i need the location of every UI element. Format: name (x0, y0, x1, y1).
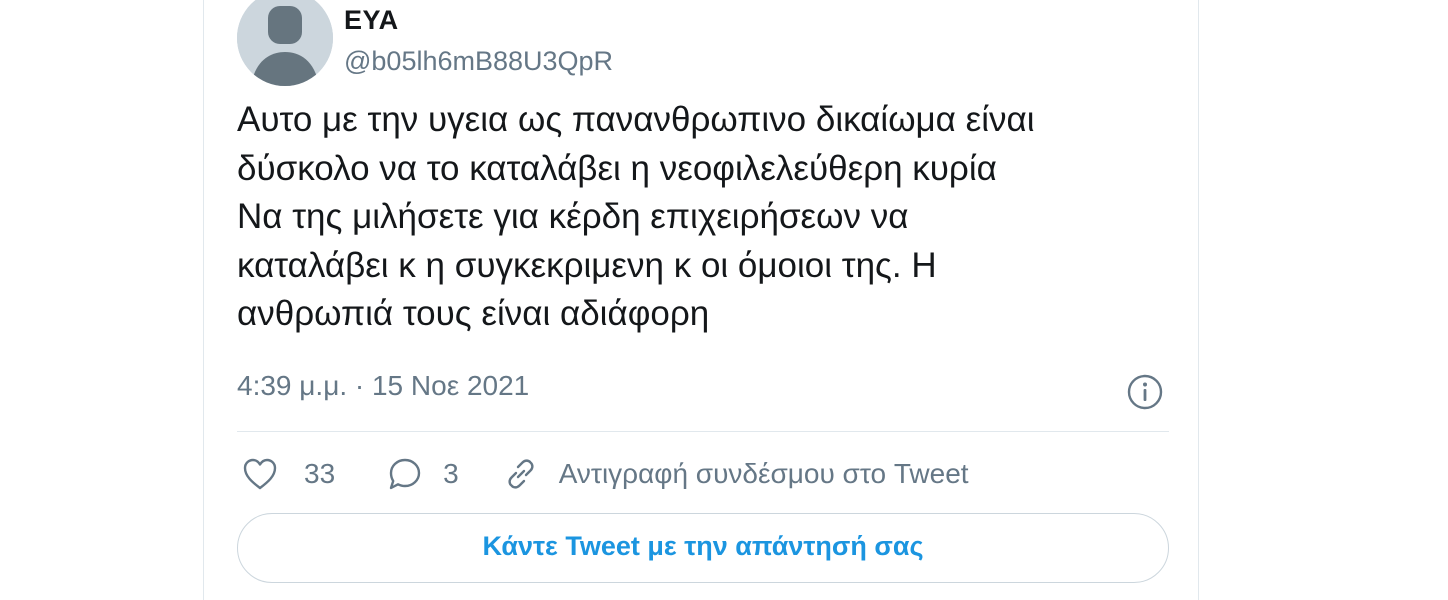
tweet-reply-button[interactable]: Κάντε Tweet με την απάντησή σας (237, 513, 1169, 583)
heart-icon (242, 457, 278, 491)
divider (237, 431, 1169, 432)
like-count: 33 (304, 458, 336, 489)
copy-link-button[interactable]: Αντιγραφή συνδέσμου στο Tweet (503, 456, 969, 492)
action-bar: 33 3 Αντιγραφή συνδέσμου στο Tweet (242, 454, 969, 494)
avatar[interactable] (237, 0, 333, 86)
copy-link-label: Αντιγραφή συνδέσμου στο Tweet (558, 458, 969, 489)
display-name[interactable]: ΕΥΑ (344, 5, 399, 36)
like-button[interactable]: 33 (242, 457, 387, 491)
tweet-timestamp[interactable]: 4:39 μ.μ. · 15 Νοε 2021 (237, 370, 529, 402)
info-icon[interactable] (1126, 373, 1164, 411)
link-icon (503, 456, 539, 492)
comment-icon (387, 456, 423, 492)
tweet-card: ΕΥΑ @b05lh6mB88U3QpR Αυτο με την υγεια ω… (203, 0, 1199, 600)
tweet-text: Αυτο με την υγεια ως πανανθρωπινο δικαίω… (237, 100, 1035, 333)
reply-count: 3 (443, 458, 459, 489)
user-handle[interactable]: @b05lh6mB88U3QpR (344, 46, 613, 77)
reply-count-button[interactable]: 3 (387, 456, 503, 492)
default-avatar-icon (237, 0, 333, 86)
